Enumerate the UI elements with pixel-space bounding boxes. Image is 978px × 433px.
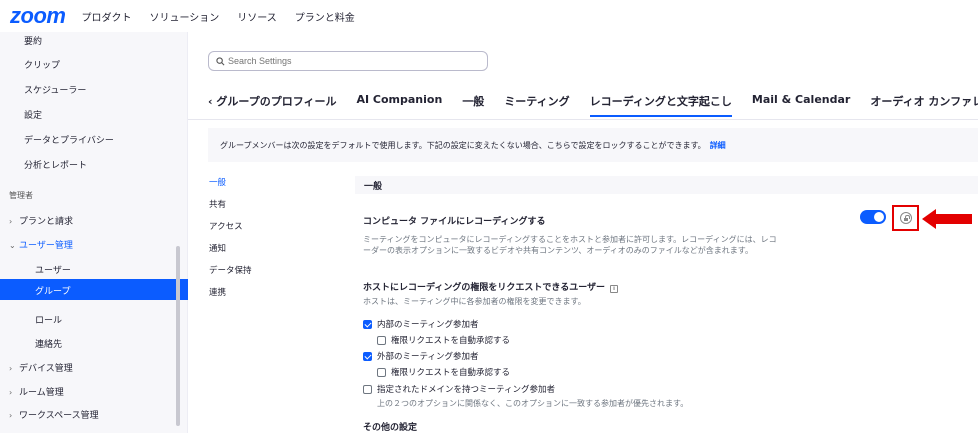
- sidebar-item-contacts[interactable]: 連絡先: [35, 337, 62, 350]
- group-notice: グループメンバーは次の設定をデフォルトで使用します。下記の設定に変えたくない場合…: [208, 128, 978, 162]
- section-header-general: 一般: [355, 176, 978, 194]
- tab-ai-companion[interactable]: AI Companion: [356, 93, 442, 112]
- tab-recording[interactable]: レコーディングと文字起こし: [589, 93, 732, 117]
- option-internal-participants[interactable]: 内部のミーティング参加者: [363, 318, 479, 330]
- notice-text: グループメンバーは次の設定をデフォルトで使用します。下記の設定に変えたくない場合…: [220, 140, 706, 150]
- chevron-right-icon: ›: [9, 217, 13, 226]
- settings-tabs: ‹ グループのプロフィール AI Companion 一般 ミーティング レコー…: [208, 93, 978, 119]
- sidebar-section-admin: 管理者: [9, 191, 33, 200]
- sidebar-item-groups[interactable]: グループ: [0, 279, 188, 300]
- search-input[interactable]: [228, 56, 468, 66]
- lock-highlight-box: [892, 205, 919, 231]
- checkbox-unchecked[interactable]: [377, 335, 386, 345]
- checkbox-checked[interactable]: [363, 319, 372, 329]
- inner-nav-notifications[interactable]: 通知: [209, 242, 252, 264]
- other-settings-title: その他の設定: [363, 423, 418, 433]
- info-icon[interactable]: i: [610, 285, 619, 293]
- lock-icon[interactable]: [900, 212, 912, 224]
- setting-request-permission-desc: ホストは、ミーティング中に各参加者の権限を変更できます。: [363, 297, 586, 306]
- chevron-right-icon: ›: [9, 411, 13, 420]
- checkbox-checked[interactable]: [363, 351, 372, 361]
- sidebar-item-roles[interactable]: ロール: [35, 313, 62, 326]
- inner-nav: 一般 共有 アクセス 通知 データ保持 連携: [209, 176, 252, 308]
- tab-group-profile[interactable]: ‹ グループのプロフィール: [208, 93, 336, 115]
- chevron-down-icon: ⌄: [9, 241, 16, 250]
- sidebar-item-analytics[interactable]: 分析とレポート: [24, 158, 87, 171]
- search-box[interactable]: [208, 51, 488, 71]
- nav-pricing[interactable]: プランと料金: [295, 9, 355, 24]
- sidebar-item-scheduler[interactable]: スケジューラー: [24, 83, 86, 96]
- tab-mail-calendar[interactable]: Mail & Calendar: [752, 93, 850, 112]
- sidebar-scrollbar[interactable]: [176, 246, 180, 426]
- option-external-participants[interactable]: 外部のミーティング参加者: [363, 350, 479, 362]
- top-nav: zoom プロダクト ソリューション リソース プランと料金: [0, 0, 978, 32]
- setting-request-permission-title: ホストにレコーディングの権限をリクエストできるユーザー i: [363, 280, 619, 293]
- red-arrow-icon: [922, 209, 972, 229]
- sidebar-item-user-management[interactable]: ⌄ ユーザー管理: [9, 238, 73, 251]
- setting-record-local-title: コンピュータ ファイルにレコーディングする: [363, 217, 546, 227]
- chevron-right-icon: ›: [9, 364, 13, 373]
- option-external-auto-approve[interactable]: 権限リクエストを自動承認する: [377, 366, 510, 378]
- tabs-divider: [188, 119, 978, 120]
- nav-resources[interactable]: リソース: [237, 9, 277, 24]
- setting-record-local-desc: ミーティングをコンピュータにレコーディングすることをホストと参加者に許可します。…: [363, 235, 777, 255]
- sidebar: 要約 クリップ スケジューラー 設定 データとプライバシー 分析とレポート 管理…: [0, 32, 188, 433]
- inner-nav-access[interactable]: アクセス: [209, 220, 252, 242]
- zoom-logo[interactable]: zoom: [10, 3, 66, 29]
- sidebar-item-clips[interactable]: クリップ: [24, 58, 60, 71]
- option-specified-domains[interactable]: 指定されたドメインを持つミーティング参加者: [363, 383, 555, 395]
- checkbox-unchecked[interactable]: [363, 384, 372, 394]
- sidebar-item-settings[interactable]: 設定: [24, 108, 42, 121]
- specified-domains-footnote: 上の２つのオプションに関係なく、このオプションに一致する参加者が優先されます。: [377, 399, 689, 408]
- inner-nav-integrations[interactable]: 連携: [209, 286, 252, 308]
- tab-general[interactable]: 一般: [462, 93, 484, 115]
- tab-audio-conferencing[interactable]: オーディオ カンファレンス: [870, 93, 978, 115]
- tab-meeting[interactable]: ミーティング: [504, 93, 569, 115]
- checkbox-unchecked[interactable]: [377, 367, 386, 377]
- sidebar-item-room-management[interactable]: › ルーム管理: [9, 385, 64, 398]
- sidebar-item-data-privacy[interactable]: データとプライバシー: [24, 133, 114, 146]
- search-icon: [216, 56, 225, 65]
- inner-nav-general[interactable]: 一般: [209, 176, 252, 198]
- sidebar-item-users[interactable]: ユーザー: [35, 263, 71, 276]
- sidebar-item-summary[interactable]: 要約: [24, 34, 42, 47]
- sidebar-item-plans-billing[interactable]: › プランと請求: [9, 214, 73, 227]
- sidebar-item-workspace-management[interactable]: › ワークスペース管理: [9, 408, 99, 421]
- sidebar-item-device-management[interactable]: › デバイス管理: [9, 361, 73, 374]
- record-local-toggle[interactable]: [860, 210, 886, 224]
- inner-nav-sharing[interactable]: 共有: [209, 198, 252, 220]
- nav-solutions[interactable]: ソリューション: [149, 9, 219, 24]
- chevron-right-icon: ›: [9, 388, 13, 397]
- notice-details-link[interactable]: 詳細: [710, 140, 726, 151]
- option-internal-auto-approve[interactable]: 権限リクエストを自動承認する: [377, 334, 510, 346]
- inner-nav-data-retention[interactable]: データ保持: [209, 264, 252, 286]
- nav-products[interactable]: プロダクト: [81, 9, 131, 24]
